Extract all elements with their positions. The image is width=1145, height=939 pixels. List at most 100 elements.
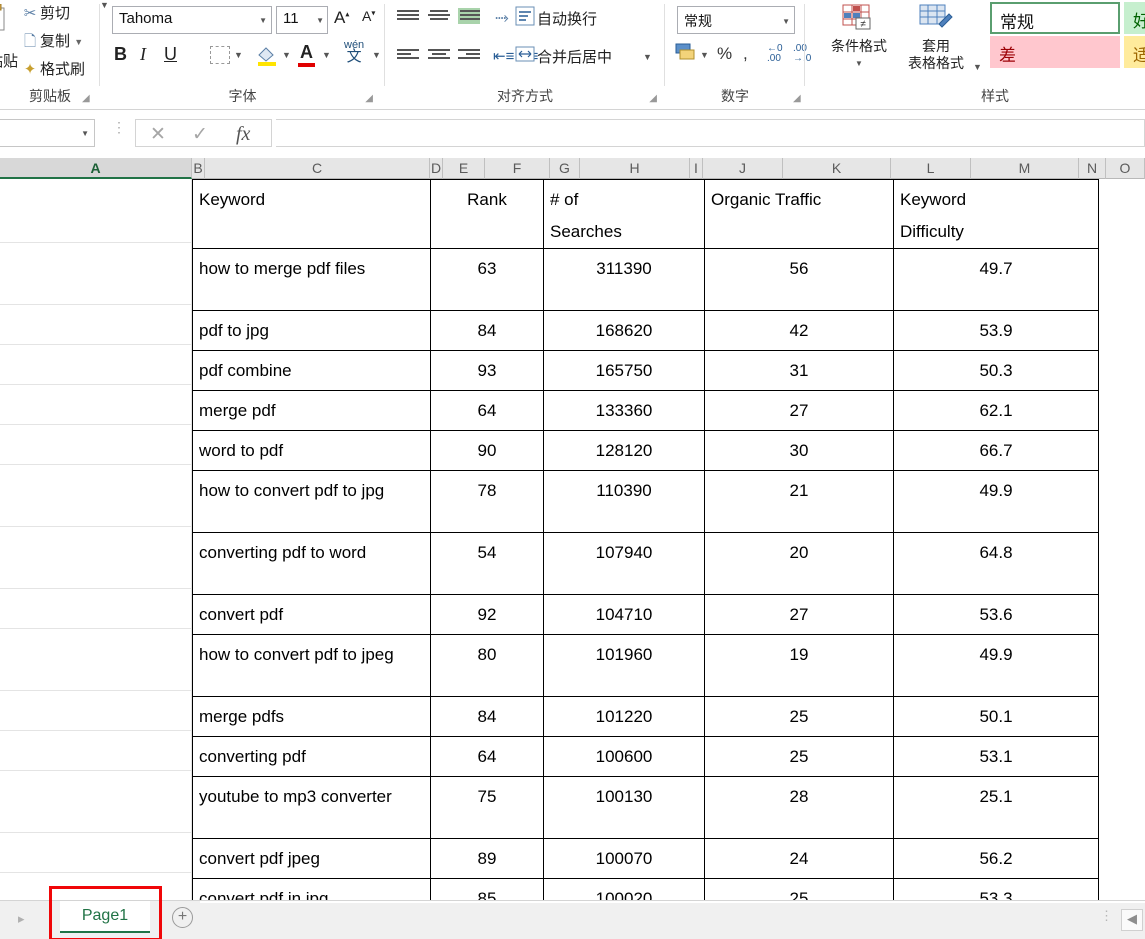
table-cell[interactable]: 168620: [544, 311, 705, 351]
table-row[interactable]: word to pdf901281203066.7: [193, 431, 1099, 471]
table-cell[interactable]: word to pdf: [193, 431, 431, 471]
table-cell[interactable]: 30: [705, 431, 894, 471]
table-cell[interactable]: 50.3: [894, 351, 1099, 391]
table-cell[interactable]: 107940: [544, 533, 705, 595]
currency-icon[interactable]: [675, 42, 697, 62]
format-as-table-button[interactable]: 套用 表格格式: [900, 4, 972, 72]
next-sheet-arrow-icon[interactable]: ▸: [18, 911, 25, 927]
column-header-o[interactable]: O: [1106, 158, 1145, 179]
table-row[interactable]: how to convert pdf to jpg781103902149.9: [193, 471, 1099, 533]
table-cell[interactable]: how to convert pdf to jpeg: [193, 635, 431, 697]
sheet-area[interactable]: KeywordRank# ofSearchesOrganic TrafficKe…: [0, 179, 1145, 900]
cancel-formula-button[interactable]: ✕: [150, 123, 166, 146]
table-row[interactable]: merge pdf641333602762.1: [193, 391, 1099, 431]
table-cell[interactable]: 53.3: [894, 879, 1099, 901]
alignment-dialog-launcher[interactable]: ◢: [649, 93, 657, 104]
table-row[interactable]: pdf combine931657503150.3: [193, 351, 1099, 391]
column-header-c[interactable]: C: [205, 158, 430, 179]
table-cell[interactable]: 56.2: [894, 839, 1099, 879]
table-cell[interactable]: 53.6: [894, 595, 1099, 635]
table-cell[interactable]: 49.9: [894, 635, 1099, 697]
table-cell[interactable]: 25.1: [894, 777, 1099, 839]
table-cell[interactable]: 92: [431, 595, 544, 635]
table-cell[interactable]: 25: [705, 697, 894, 737]
table-row[interactable]: converting pdf641006002553.1: [193, 737, 1099, 777]
table-cell[interactable]: 100070: [544, 839, 705, 879]
shrink-font-button[interactable]: A▾: [362, 8, 375, 24]
table-row[interactable]: how to merge pdf files633113905649.7: [193, 249, 1099, 311]
table-cell[interactable]: 28: [705, 777, 894, 839]
table-cell[interactable]: 64.8: [894, 533, 1099, 595]
format-as-table-chevron-down-icon[interactable]: ▼: [973, 62, 982, 72]
copy-button[interactable]: 🗋复制 ▼: [20, 30, 83, 56]
chevron-down-icon[interactable]: ▼: [81, 129, 89, 138]
table-cell[interactable]: 62.1: [894, 391, 1099, 431]
sheet-tab-page1[interactable]: Page1: [60, 901, 150, 933]
table-cell[interactable]: 90: [431, 431, 544, 471]
table-cell[interactable]: 49.7: [894, 249, 1099, 311]
currency-chevron-down-icon[interactable]: ▼: [700, 50, 709, 60]
table-row[interactable]: convert pdf jpeg891000702456.2: [193, 839, 1099, 879]
phonetic-guide-button[interactable]: wén 文: [344, 40, 364, 64]
column-header-e[interactable]: E: [443, 158, 485, 179]
decrease-indent-icon[interactable]: ⇤≡: [493, 47, 514, 65]
column-header-l[interactable]: L: [891, 158, 971, 179]
table-cell[interactable]: 78: [431, 471, 544, 533]
table-cell[interactable]: 80: [431, 635, 544, 697]
number-dialog-launcher[interactable]: ◢: [793, 93, 801, 104]
merge-center-button[interactable]: 合并后居中: [537, 46, 612, 67]
cell-style-neutral[interactable]: 适中: [1124, 36, 1145, 68]
format-painter-button[interactable]: ✦格式刷: [20, 58, 85, 79]
table-cell[interactable]: 64: [431, 737, 544, 777]
table-cell[interactable]: 133360: [544, 391, 705, 431]
formula-bar-handle[interactable]: ⋮: [112, 124, 126, 131]
table-cell[interactable]: 31: [705, 351, 894, 391]
table-cell[interactable]: 42: [705, 311, 894, 351]
table-cell[interactable]: convert pdf jpeg: [193, 839, 431, 879]
table-row[interactable]: youtube to mp3 converter751001302825.1: [193, 777, 1099, 839]
table-row[interactable]: merge pdfs841012202550.1: [193, 697, 1099, 737]
merge-center-icon[interactable]: [515, 44, 535, 64]
table-cell[interactable]: 53.1: [894, 737, 1099, 777]
table-cell[interactable]: pdf to jpg: [193, 311, 431, 351]
table-cell[interactable]: 85: [431, 879, 544, 901]
table-row[interactable]: how to convert pdf to jpeg801019601949.9: [193, 635, 1099, 697]
formula-input[interactable]: [276, 119, 1145, 147]
column-header-f[interactable]: F: [485, 158, 550, 179]
wrap-text-button[interactable]: 自动换行: [537, 8, 597, 29]
table-cell[interactable]: 27: [705, 391, 894, 431]
table-cell[interactable]: 53.9: [894, 311, 1099, 351]
table-cell[interactable]: 63: [431, 249, 544, 311]
table-cell[interactable]: 49.9: [894, 471, 1099, 533]
table-cell[interactable]: 104710: [544, 595, 705, 635]
italic-button[interactable]: I: [140, 44, 146, 65]
borders-button[interactable]: [210, 46, 230, 64]
align-bottom-icon[interactable]: [458, 8, 480, 24]
paste-icon[interactable]: [0, 4, 20, 48]
column-header-a[interactable]: A: [0, 158, 192, 179]
chevron-down-icon[interactable]: ▼: [316, 16, 324, 25]
table-cell[interactable]: 25: [705, 879, 894, 901]
table-cell[interactable]: pdf combine: [193, 351, 431, 391]
table-header-cell[interactable]: Organic Traffic: [705, 180, 894, 249]
clipboard-dialog-launcher[interactable]: ◢: [82, 93, 90, 104]
table-cell[interactable]: 64: [431, 391, 544, 431]
fill-color-chevron-down-icon[interactable]: ▼: [282, 50, 291, 60]
table-cell[interactable]: convert pdf in jpg: [193, 879, 431, 901]
column-a-cells[interactable]: [0, 179, 192, 900]
percent-button[interactable]: %: [717, 44, 732, 64]
merge-chevron-down-icon[interactable]: ▼: [643, 52, 652, 62]
column-header-j[interactable]: J: [703, 158, 783, 179]
table-cell[interactable]: 50.1: [894, 697, 1099, 737]
borders-chevron-down-icon[interactable]: ▼: [234, 50, 243, 60]
number-format-select[interactable]: 常规 ▼: [677, 6, 795, 34]
table-cell[interactable]: 93: [431, 351, 544, 391]
font-size-input[interactable]: 11 ▼: [276, 6, 328, 34]
decrease-decimal-button[interactable]: ←0.00: [767, 44, 783, 64]
table-cell[interactable]: 27: [705, 595, 894, 635]
insert-function-button[interactable]: fx: [236, 123, 250, 146]
column-header-h[interactable]: H: [580, 158, 690, 179]
table-cell[interactable]: 128120: [544, 431, 705, 471]
add-sheet-button[interactable]: +: [172, 907, 193, 928]
phonetic-chevron-down-icon[interactable]: ▼: [372, 50, 381, 60]
